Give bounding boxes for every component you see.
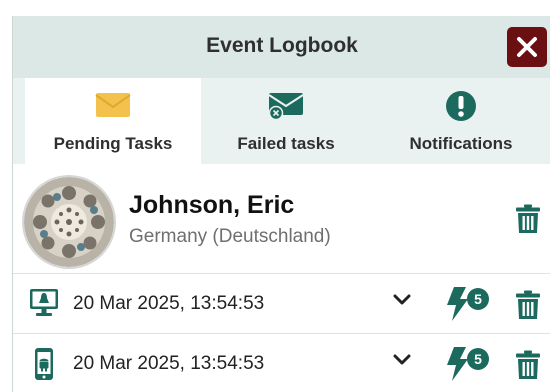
- tab-failed-tasks[interactable]: Failed tasks: [201, 78, 371, 164]
- chevron-down-icon[interactable]: [393, 354, 411, 366]
- window-title: Event Logbook: [206, 34, 358, 57]
- event-row[interactable]: 20 Mar 2025, 13:54:53 5: [13, 274, 550, 334]
- chevron-down-icon[interactable]: [393, 294, 411, 306]
- delete-event-button[interactable]: [516, 290, 540, 325]
- avatar-image: [24, 177, 114, 267]
- event-timestamp: 20 Mar 2025, 13:54:53: [73, 353, 265, 374]
- avatar: [22, 175, 116, 269]
- event-logbook-window: Event Logbook Pending Tasks Failed tasks: [12, 16, 550, 392]
- tab-notifications[interactable]: Notifications: [371, 78, 550, 164]
- trash-icon: [516, 204, 540, 233]
- event-row[interactable]: 20 Mar 2025, 13:54:53 5: [13, 334, 550, 392]
- tab-bar: Pending Tasks Failed tasks Notifications: [13, 78, 550, 164]
- android-phone-icon: [35, 348, 53, 380]
- retry-count-badge: 5: [467, 288, 489, 310]
- tab-pending-tasks[interactable]: Pending Tasks: [25, 78, 201, 164]
- title-bar: Event Logbook: [13, 16, 550, 78]
- envelope-icon: [95, 93, 131, 117]
- tab-pending-tasks-label: Pending Tasks: [53, 134, 173, 153]
- retry-count-badge: 5: [467, 348, 489, 370]
- desktop-linux-icon: [30, 289, 58, 316]
- close-icon: [517, 37, 537, 57]
- retry-button[interactable]: 5: [443, 287, 491, 326]
- trash-icon: [516, 290, 540, 319]
- trash-icon: [516, 350, 540, 379]
- contact-row[interactable]: Johnson, Eric Germany (Deutschland): [13, 164, 550, 274]
- exclamation-icon: [446, 91, 476, 121]
- delete-contact-button[interactable]: [516, 204, 540, 239]
- retry-button[interactable]: 5: [443, 347, 491, 386]
- contact-name: Johnson, Eric: [129, 191, 295, 219]
- close-button[interactable]: [507, 27, 547, 67]
- tab-failed-tasks-label: Failed tasks: [237, 134, 335, 153]
- event-timestamp: 20 Mar 2025, 13:54:53: [73, 293, 265, 314]
- delete-event-button[interactable]: [516, 350, 540, 385]
- tab-notifications-label: Notifications: [409, 134, 513, 153]
- envelope-failed-icon: [268, 93, 304, 120]
- contact-country: Germany (Deutschland): [129, 226, 331, 247]
